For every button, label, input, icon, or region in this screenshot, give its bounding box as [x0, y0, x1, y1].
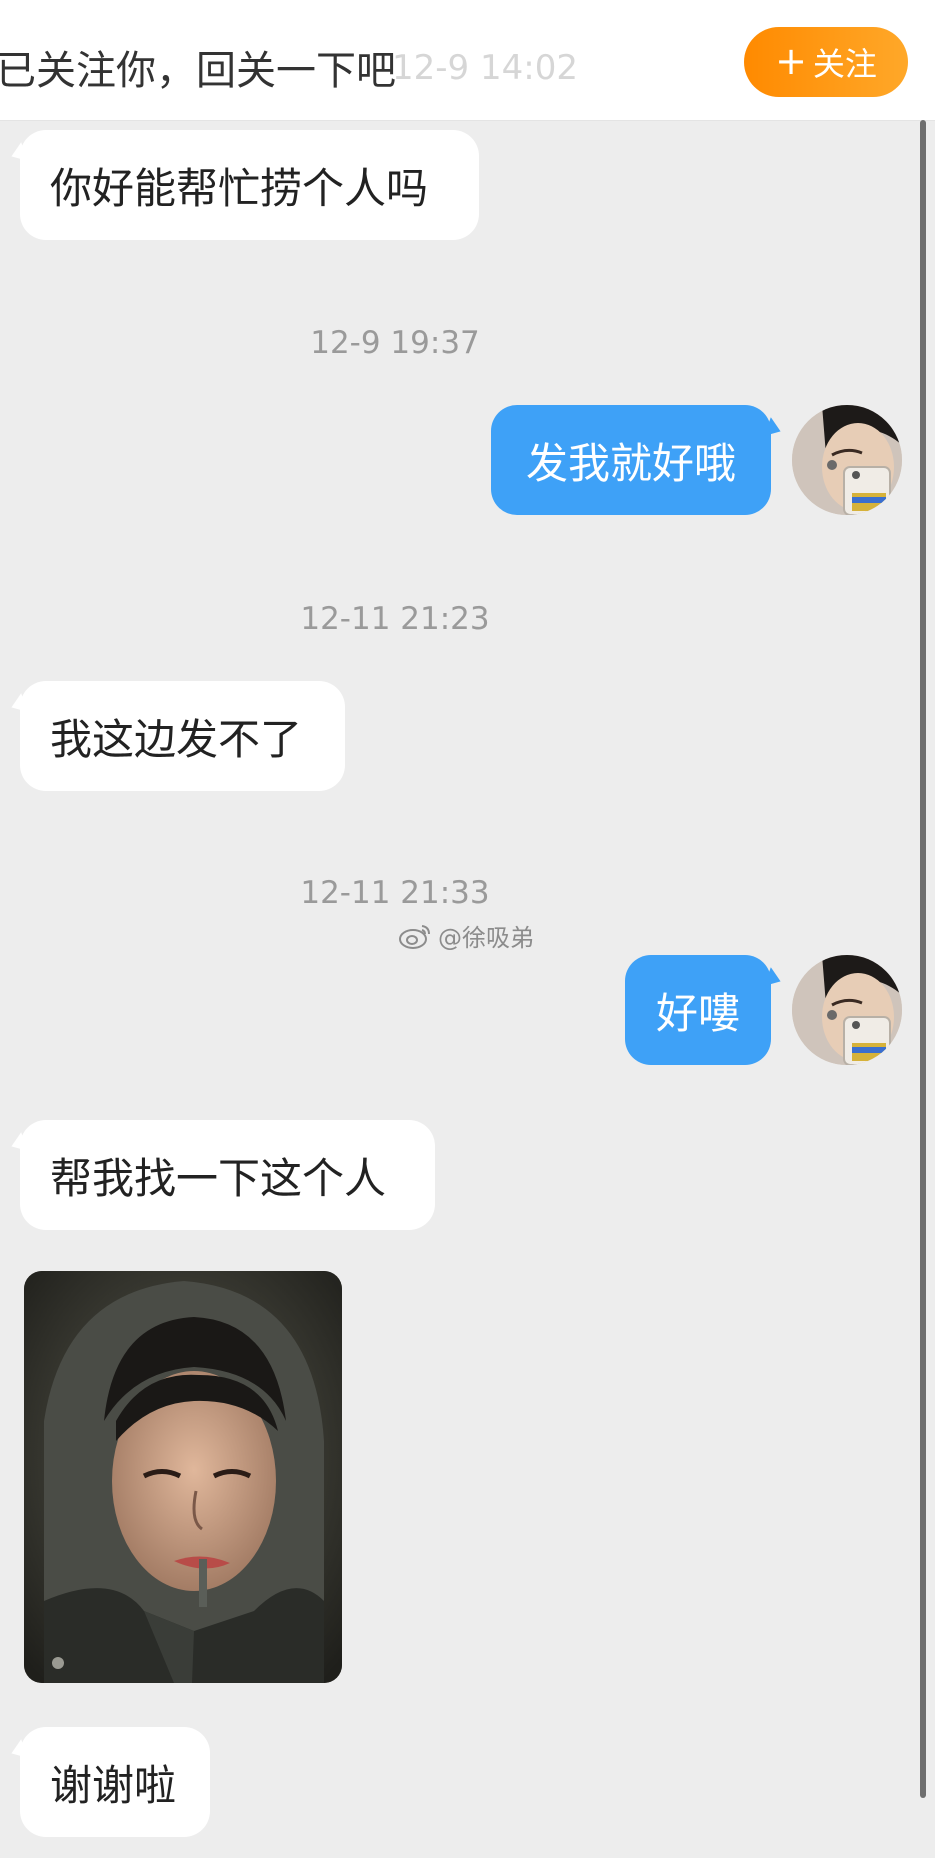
follow-button[interactable]: + 关注 — [744, 27, 908, 97]
avatar-photo-icon — [792, 955, 902, 1065]
message-text: 你好能帮忙捞个人吗 — [50, 163, 429, 213]
message-text: 帮我找一下这个人 — [50, 1153, 387, 1203]
own-avatar[interactable] — [792, 405, 902, 515]
photo-of-person-icon — [24, 1271, 342, 1683]
message-text: 谢谢啦 — [50, 1760, 177, 1810]
outgoing-message-bubble[interactable]: 好嘍 — [625, 955, 771, 1065]
incoming-message-bubble[interactable]: 帮我找一下这个人 — [20, 1120, 435, 1230]
weibo-logo-icon — [399, 924, 430, 949]
plus-icon: + — [775, 38, 807, 83]
message-timestamp: 12-11 21:23 — [300, 601, 490, 637]
follow-prompt-banner: 12-9 14:02 已关注你，回关一下吧 + 关注 — [0, 0, 935, 121]
incoming-message-bubble[interactable]: 谢谢啦 — [20, 1727, 210, 1837]
message-text: 好嘍 — [655, 988, 740, 1038]
outgoing-message-bubble[interactable]: 发我就好哦 — [491, 405, 771, 515]
banner-faded-timestamp: 12-9 14:02 — [392, 48, 578, 88]
incoming-message-bubble[interactable]: 你好能帮忙捞个人吗 — [20, 130, 479, 240]
incoming-image-message[interactable] — [24, 1271, 342, 1683]
message-timestamp: 12-11 21:33 — [300, 875, 490, 911]
scrollbar[interactable] — [920, 120, 926, 1798]
weibo-watermark: @徐吸弟 — [398, 918, 534, 953]
incoming-message-bubble[interactable]: 我这边发不了 — [20, 681, 345, 791]
own-avatar[interactable] — [792, 955, 902, 1065]
message-text: 发我就好哦 — [525, 438, 736, 488]
follow-button-label: 关注 — [812, 45, 877, 83]
message-timestamp: 12-9 19:37 — [310, 325, 480, 361]
message-text: 我这边发不了 — [50, 714, 303, 764]
watermark-text: @徐吸弟 — [438, 924, 534, 952]
avatar-photo-icon — [792, 405, 902, 515]
follow-back-prompt-text: 已关注你，回关一下吧 — [0, 48, 396, 94]
